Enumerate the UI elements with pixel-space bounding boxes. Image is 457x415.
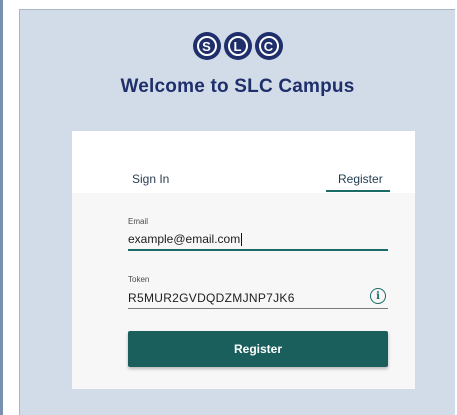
tab-sign-in[interactable]: Sign In: [132, 172, 169, 186]
logo-letter-l: L: [223, 32, 252, 60]
logo-letter-s: S: [192, 32, 221, 60]
auth-card: Sign In Register Email example@email.com…: [72, 131, 415, 389]
window-edge: [0, 0, 3, 415]
email-label: Email: [128, 217, 149, 226]
token-field[interactable]: R5MUR2GVDQDZMJNP7JK6: [128, 291, 295, 305]
logo-letter-c: C: [254, 32, 283, 60]
token-label: Token: [128, 275, 150, 284]
token-field-underline: [128, 308, 388, 309]
register-button[interactable]: Register: [128, 331, 388, 367]
email-field-underline: [128, 249, 388, 251]
slc-logo: S L C: [192, 32, 283, 60]
page-title: Welcome to SLC Campus: [120, 76, 355, 97]
info-icon[interactable]: i: [370, 288, 386, 304]
page-background: S L C Welcome to SLC Campus Sign In Regi…: [19, 9, 455, 415]
tab-bar: Sign In Register: [72, 131, 415, 193]
register-form: Email example@email.com Token R5MUR2GVDQ…: [72, 193, 415, 389]
email-value: example@email.com: [128, 232, 241, 246]
email-field[interactable]: example@email.com: [128, 232, 243, 247]
text-caret: [241, 233, 243, 247]
tab-register[interactable]: Register: [338, 172, 383, 186]
active-tab-indicator: [326, 190, 390, 192]
